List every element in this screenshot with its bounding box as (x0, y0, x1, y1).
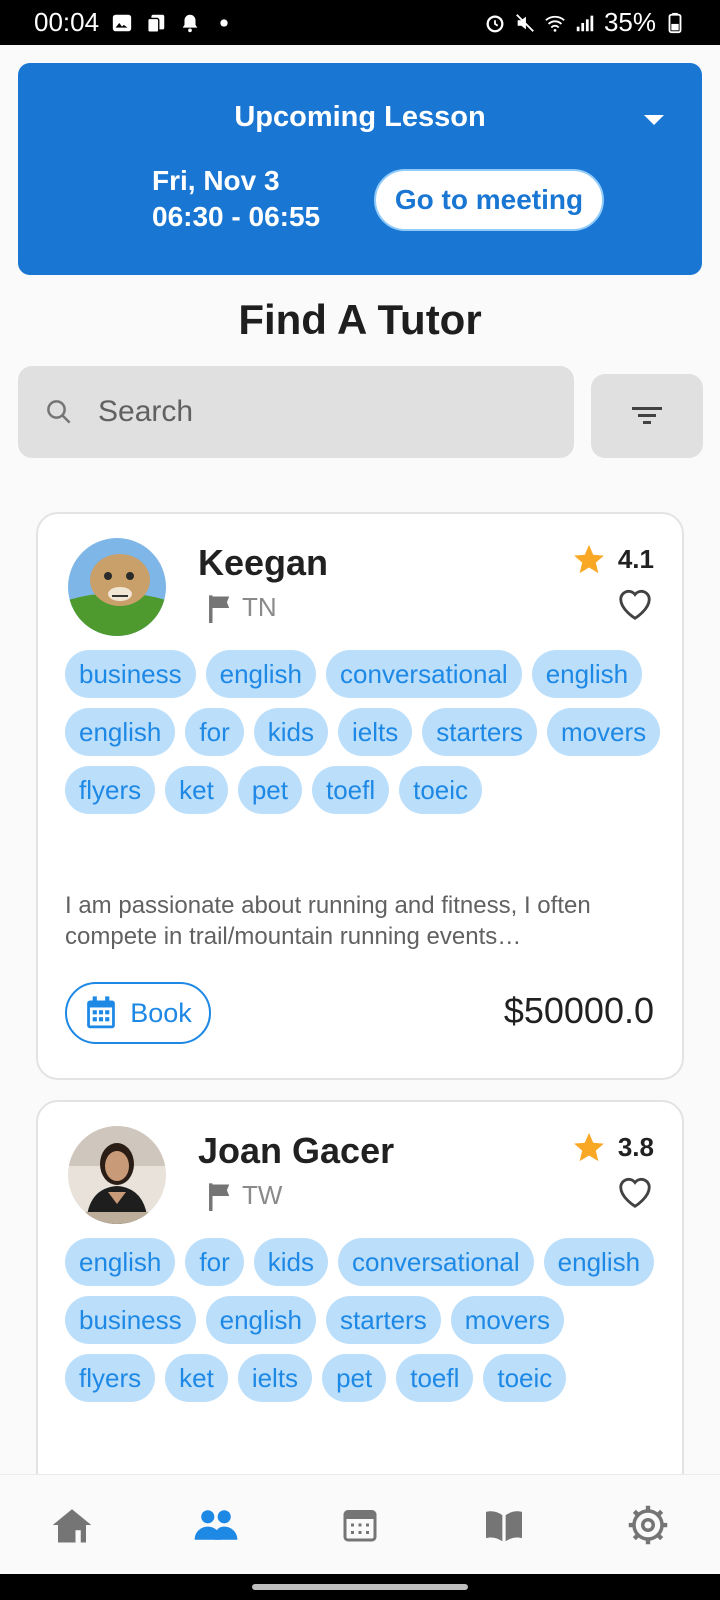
nav-home[interactable] (32, 1495, 112, 1555)
filter-button[interactable] (591, 374, 703, 458)
search-input[interactable] (98, 395, 518, 429)
status-bar: 00:04 35% (0, 0, 720, 45)
tutor-description: I am passionate about running and fitnes… (65, 892, 591, 950)
tutor-name: Joan Gacer (198, 1130, 395, 1171)
heart-icon[interactable] (616, 1174, 654, 1210)
star-icon (573, 1132, 604, 1162)
search-box[interactable] (18, 366, 574, 458)
tag[interactable]: english (65, 708, 176, 756)
upcoming-lesson-title: Upcoming Lesson (234, 101, 486, 133)
tag[interactable]: ket (165, 1354, 228, 1402)
bottom-navigation (0, 1474, 720, 1574)
tag[interactable]: business (65, 650, 196, 698)
heart-icon[interactable] (616, 586, 654, 622)
nav-schedule[interactable] (320, 1495, 400, 1555)
tag[interactable]: toefl (311, 766, 390, 814)
nav-tutors[interactable] (176, 1495, 256, 1555)
star-icon (573, 544, 604, 574)
flag-icon (209, 594, 230, 623)
country-code: TN (242, 592, 277, 622)
tag[interactable]: toeic (483, 1354, 567, 1402)
tag[interactable]: english (65, 1238, 176, 1286)
tag[interactable]: ielts (338, 708, 413, 756)
copy-icon (147, 14, 165, 33)
tutor-country: TW (206, 1180, 282, 1211)
rating-value: 3.8 (617, 1131, 654, 1162)
book-button[interactable]: Book (65, 982, 211, 1044)
lesson-time: 06:30 - 06:55 (152, 201, 321, 232)
wifi-icon (545, 15, 565, 32)
home-gesture-pill[interactable] (252, 1584, 468, 1590)
book-label: Book (130, 997, 192, 1028)
nav-settings[interactable] (608, 1495, 688, 1555)
signal-icon (576, 15, 594, 31)
tag[interactable]: kids (253, 1238, 328, 1286)
tag[interactable]: toefl (396, 1354, 474, 1402)
caret-down-icon[interactable] (644, 115, 664, 125)
tag[interactable]: ielts (237, 1354, 313, 1402)
tag[interactable]: for (185, 708, 244, 756)
settings-icon (628, 1505, 668, 1544)
tag[interactable]: pet (322, 1354, 387, 1402)
tag[interactable]: conversational (338, 1238, 534, 1286)
battery-icon (668, 12, 682, 33)
flag-icon (209, 1182, 230, 1211)
lesson-datetime: Fri, Nov 3 06:30 - 06:55 (152, 163, 320, 235)
gesture-bar (0, 1574, 720, 1600)
mute-icon (516, 13, 534, 32)
tag[interactable]: starters (326, 1296, 441, 1344)
tag[interactable]: for (185, 1238, 244, 1286)
tag[interactable]: toeic (399, 766, 483, 814)
tag[interactable]: starters (422, 708, 537, 756)
book-open-icon (486, 1510, 522, 1541)
bell-icon (182, 14, 198, 32)
tutor-country: TN (206, 592, 277, 623)
tag[interactable]: english (531, 650, 643, 698)
filter-icon (632, 407, 662, 424)
avatar[interactable] (68, 1126, 166, 1224)
tag[interactable]: conversational (326, 650, 522, 698)
tag[interactable]: flyers (65, 766, 156, 814)
tag[interactable]: pet (237, 766, 302, 814)
battery-percent: 35% (603, 7, 656, 37)
tag-list: english for kids conversational english … (65, 1238, 662, 1402)
nav-courses[interactable] (464, 1495, 544, 1555)
tag[interactable]: kids (253, 708, 328, 756)
rating-value: 4.1 (617, 543, 654, 574)
alarm-icon (486, 14, 504, 32)
page-title: Find A Tutor (238, 296, 482, 343)
status-time: 00:04 (34, 7, 100, 37)
rating: 4.1 (572, 542, 654, 576)
tag[interactable]: movers (450, 1296, 564, 1344)
tutor-card[interactable]: Keegan TN 4.1 business english conversat… (36, 512, 684, 1080)
upcoming-lesson-banner: Upcoming Lesson Fri, Nov 3 06:30 - 06:55… (18, 63, 702, 275)
tag[interactable]: english (205, 1296, 317, 1344)
people-icon (194, 1509, 238, 1540)
calendar-icon (87, 996, 116, 1029)
tutor-card[interactable]: Joan Gacer TW 3.8 english for kids conve… (36, 1100, 684, 1520)
go-to-meeting-button[interactable]: Go to meeting (374, 169, 604, 231)
calendar-icon (343, 1509, 377, 1541)
tutor-price: $50000.0 (503, 990, 654, 1031)
tag[interactable]: english (205, 650, 317, 698)
tag[interactable]: movers (546, 708, 661, 756)
home-icon (52, 1508, 92, 1542)
lesson-date: Fri, Nov 3 (152, 165, 280, 196)
avatar[interactable] (68, 538, 166, 636)
tag-list: business english conversational english … (65, 650, 662, 814)
search-icon (47, 400, 71, 424)
tag[interactable]: business (65, 1296, 196, 1344)
rating: 3.8 (572, 1130, 654, 1164)
tag[interactable]: flyers (65, 1354, 156, 1402)
country-code: TW (242, 1180, 283, 1210)
tutor-name: Keegan (198, 542, 329, 583)
dot-icon (220, 18, 228, 27)
tag[interactable]: ket (165, 766, 228, 814)
tag[interactable]: english (543, 1238, 655, 1286)
image-icon (112, 14, 132, 31)
